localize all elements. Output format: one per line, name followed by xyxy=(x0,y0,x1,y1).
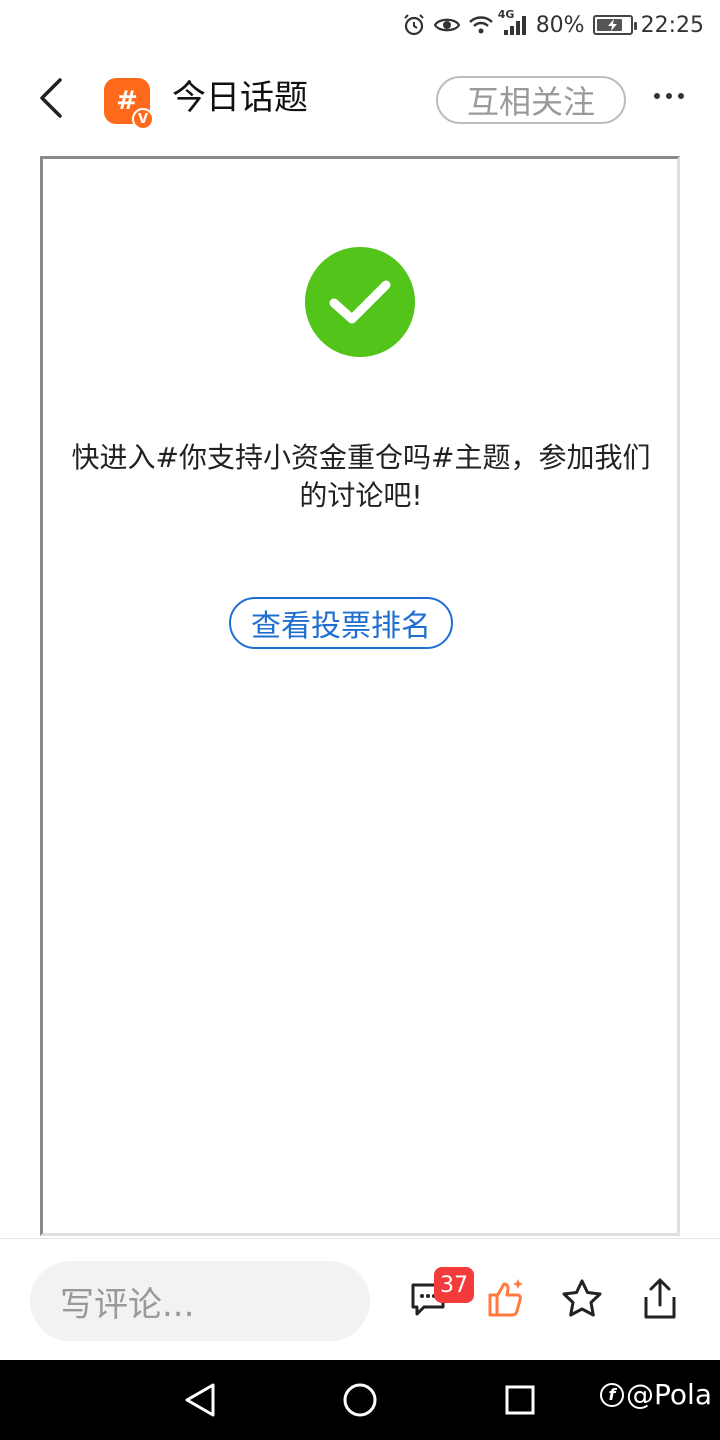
page-title: 今日话题 xyxy=(172,78,308,118)
comment-count-badge: 37 xyxy=(434,1267,474,1303)
watermark-text: @Pola xyxy=(626,1378,712,1411)
battery-percent: 80% xyxy=(535,12,585,38)
favorite-button[interactable] xyxy=(558,1275,606,1323)
more-dot-icon xyxy=(666,93,672,99)
header: # V 今日话题 互相关注 xyxy=(0,50,720,146)
bottom-action-bar: 写评论... 37 xyxy=(0,1238,720,1360)
view-vote-ranking-button[interactable]: 查看投票排名 xyxy=(229,597,453,649)
more-dot-icon xyxy=(654,93,660,99)
share-icon xyxy=(644,1278,676,1319)
verified-badge: V xyxy=(132,108,154,130)
success-check-icon xyxy=(305,247,415,357)
thumbs-up-icon xyxy=(488,1279,523,1317)
system-navigation-bar: f @Pola xyxy=(0,1360,720,1440)
watermark: f @Pola xyxy=(600,1378,712,1411)
content-frame: 快进入#你支持小资金重仓吗#主题，参加我们的讨论吧! 查看投票排名 xyxy=(40,156,680,1236)
more-dot-icon xyxy=(678,93,684,99)
more-button[interactable] xyxy=(644,76,694,116)
nav-recents-button[interactable] xyxy=(498,1378,542,1422)
network-type: 4G xyxy=(497,8,515,21)
triangle-back-icon xyxy=(185,1383,215,1417)
share-button[interactable] xyxy=(636,1275,684,1323)
topic-logo: # V xyxy=(104,78,154,130)
weibo-logo-icon: f xyxy=(600,1382,625,1407)
alarm-icon xyxy=(402,13,426,37)
wifi-icon xyxy=(468,14,494,36)
eye-icon xyxy=(433,15,460,35)
like-button[interactable] xyxy=(482,1275,530,1323)
nav-back-button[interactable] xyxy=(178,1378,222,1422)
nav-home-button[interactable] xyxy=(338,1378,382,1422)
signal-icon: 4G xyxy=(498,8,528,36)
star-icon xyxy=(562,1279,602,1317)
battery-icon xyxy=(592,15,637,35)
comment-input[interactable]: 写评论... xyxy=(30,1261,370,1341)
circle-home-icon xyxy=(343,1383,377,1417)
status-bar: 4G 80% 22:25 xyxy=(0,0,720,50)
success-message: 快进入#你支持小资金重仓吗#主题，参加我们的讨论吧! xyxy=(71,441,651,512)
back-button[interactable] xyxy=(28,74,72,122)
square-recents-icon xyxy=(505,1385,535,1415)
clock-time: 22:25 xyxy=(640,12,704,38)
chevron-left-icon xyxy=(40,78,62,118)
follow-button[interactable]: 互相关注 xyxy=(436,76,626,124)
